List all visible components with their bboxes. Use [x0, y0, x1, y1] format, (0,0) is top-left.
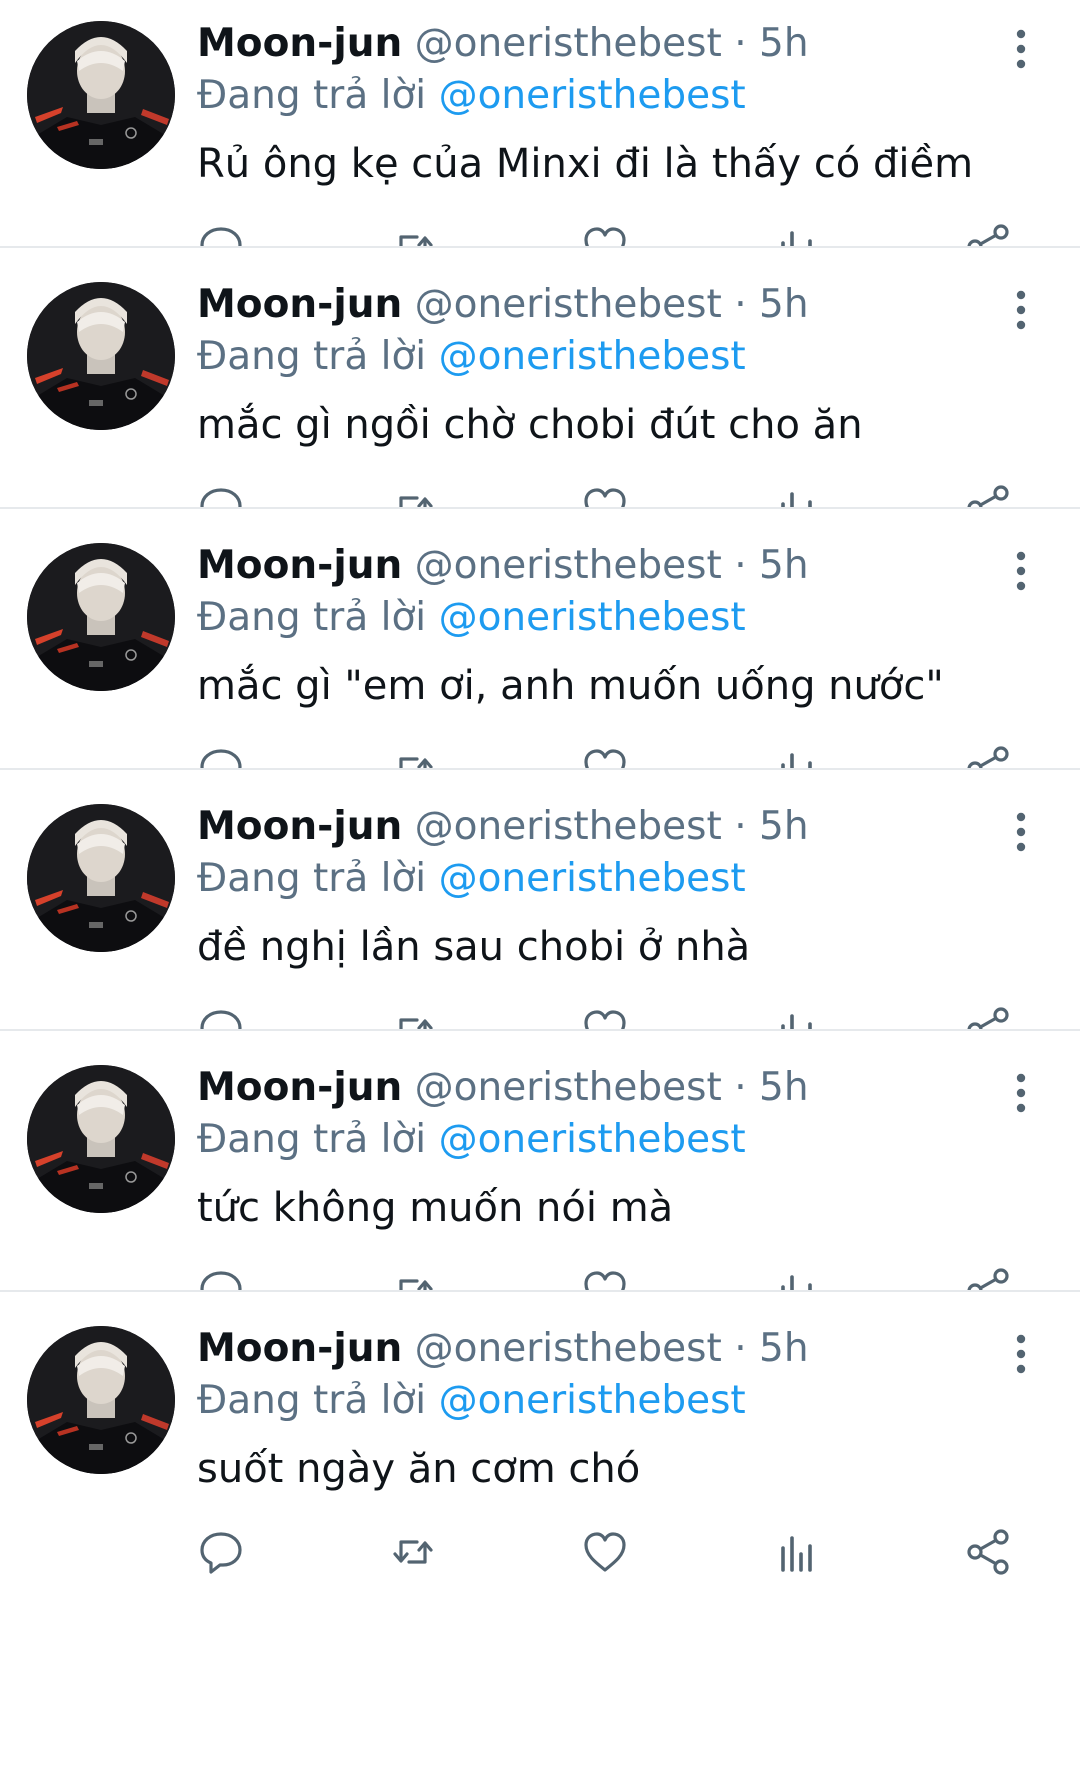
reply-to-handle[interactable]: @oneristhebest — [439, 856, 746, 901]
reply-icon[interactable] — [193, 1524, 249, 1580]
tweet[interactable]: Moon-jun @oneristhebest · 5h Đang trả lờ… — [0, 1029, 1080, 1314]
tweet-header: Moon-jun @oneristhebest · 5h — [197, 17, 809, 71]
separator-dot: · — [734, 282, 747, 327]
avatar[interactable] — [27, 21, 175, 169]
reply-context: Đang trả lời @oneristhebest — [197, 69, 746, 123]
timestamp[interactable]: 5h — [759, 804, 809, 849]
reply-prefix: Đang trả lời — [197, 1378, 427, 1423]
tweet-text: suốt ngày ăn cơm chó — [197, 1446, 641, 1492]
separator-dot: · — [734, 1326, 747, 1371]
tweet-header: Moon-jun @oneristhebest · 5h — [197, 1061, 809, 1115]
avatar[interactable] — [27, 543, 175, 691]
author-handle[interactable]: @oneristhebest — [415, 282, 722, 327]
author-name[interactable]: Moon-jun — [197, 1065, 402, 1110]
stats-icon[interactable] — [769, 1524, 825, 1580]
author-name[interactable]: Moon-jun — [197, 282, 402, 327]
more-vertical-icon[interactable] — [1006, 1332, 1036, 1376]
more-vertical-icon[interactable] — [1006, 549, 1036, 593]
reply-prefix: Đang trả lời — [197, 1117, 427, 1162]
tweet[interactable]: Moon-jun @oneristhebest · 5h Đang trả lờ… — [0, 768, 1080, 1053]
reply-context: Đang trả lời @oneristhebest — [197, 1374, 746, 1428]
avatar-image — [27, 21, 175, 169]
tweet-feed: Moon-jun @oneristhebest · 5h Đang trả lờ… — [0, 0, 1080, 1770]
tweet-header: Moon-jun @oneristhebest · 5h — [197, 539, 809, 593]
tweet-text: tức không muốn nói mà — [197, 1185, 674, 1231]
timestamp[interactable]: 5h — [759, 1065, 809, 1110]
reply-prefix: Đang trả lời — [197, 856, 427, 901]
more-vertical-icon[interactable] — [1006, 288, 1036, 332]
author-handle[interactable]: @oneristhebest — [415, 1326, 722, 1371]
tweet-text: đề nghị lần sau chobi ở nhà — [197, 924, 751, 970]
tweet-text: Rủ ông kẹ của Minxi đi là thấy có điềm — [197, 141, 974, 187]
timestamp[interactable]: 5h — [759, 1326, 809, 1371]
reply-context: Đang trả lời @oneristhebest — [197, 852, 746, 906]
reply-to-handle[interactable]: @oneristhebest — [439, 595, 746, 640]
reply-to-handle[interactable]: @oneristhebest — [439, 334, 746, 379]
author-handle[interactable]: @oneristhebest — [415, 804, 722, 849]
avatar[interactable] — [27, 804, 175, 952]
author-handle[interactable]: @oneristhebest — [415, 21, 722, 66]
separator-dot: · — [734, 804, 747, 849]
avatar-image — [27, 543, 175, 691]
separator-dot: · — [734, 543, 747, 588]
author-handle[interactable]: @oneristhebest — [415, 543, 722, 588]
tweet-header: Moon-jun @oneristhebest · 5h — [197, 1322, 809, 1376]
reply-context: Đang trả lời @oneristhebest — [197, 1113, 746, 1167]
avatar-image — [27, 1326, 175, 1474]
reply-prefix: Đang trả lời — [197, 73, 427, 118]
avatar-image — [27, 1065, 175, 1213]
reply-context: Đang trả lời @oneristhebest — [197, 330, 746, 384]
like-icon[interactable] — [577, 1524, 633, 1580]
avatar-image — [27, 804, 175, 952]
tweet[interactable]: Moon-jun @oneristhebest · 5h Đang trả lờ… — [0, 0, 1080, 270]
reply-prefix: Đang trả lời — [197, 595, 427, 640]
avatar[interactable] — [27, 282, 175, 430]
reply-prefix: Đang trả lời — [197, 334, 427, 379]
separator-dot: · — [734, 21, 747, 66]
timestamp[interactable]: 5h — [759, 543, 809, 588]
author-name[interactable]: Moon-jun — [197, 804, 402, 849]
avatar[interactable] — [27, 1065, 175, 1213]
more-vertical-icon[interactable] — [1006, 27, 1036, 71]
tweet-header: Moon-jun @oneristhebest · 5h — [197, 278, 809, 332]
reply-to-handle[interactable]: @oneristhebest — [439, 73, 746, 118]
tweet-header: Moon-jun @oneristhebest · 5h — [197, 800, 809, 854]
tweet[interactable]: Moon-jun @oneristhebest · 5h Đang trả lờ… — [0, 246, 1080, 531]
timestamp[interactable]: 5h — [759, 282, 809, 327]
author-handle[interactable]: @oneristhebest — [415, 1065, 722, 1110]
author-name[interactable]: Moon-jun — [197, 21, 402, 66]
reply-to-handle[interactable]: @oneristhebest — [439, 1378, 746, 1423]
more-vertical-icon[interactable] — [1006, 1071, 1036, 1115]
timestamp[interactable]: 5h — [759, 21, 809, 66]
separator-dot: · — [734, 1065, 747, 1110]
avatar[interactable] — [27, 1326, 175, 1474]
author-name[interactable]: Moon-jun — [197, 543, 402, 588]
retweet-icon[interactable] — [385, 1524, 441, 1580]
author-name[interactable]: Moon-jun — [197, 1326, 402, 1371]
tweet-text: mắc gì ngồi chờ chobi đút cho ăn — [197, 402, 863, 448]
avatar-image — [27, 282, 175, 430]
share-icon[interactable] — [961, 1524, 1017, 1580]
tweet[interactable]: Moon-jun @oneristhebest · 5h Đang trả lờ… — [0, 1290, 1080, 1575]
tweet-text: mắc gì "em ơi, anh muốn uống nước" — [197, 663, 944, 709]
tweet[interactable]: Moon-jun @oneristhebest · 5h Đang trả lờ… — [0, 507, 1080, 792]
reply-to-handle[interactable]: @oneristhebest — [439, 1117, 746, 1162]
more-vertical-icon[interactable] — [1006, 810, 1036, 854]
reply-context: Đang trả lời @oneristhebest — [197, 591, 746, 645]
